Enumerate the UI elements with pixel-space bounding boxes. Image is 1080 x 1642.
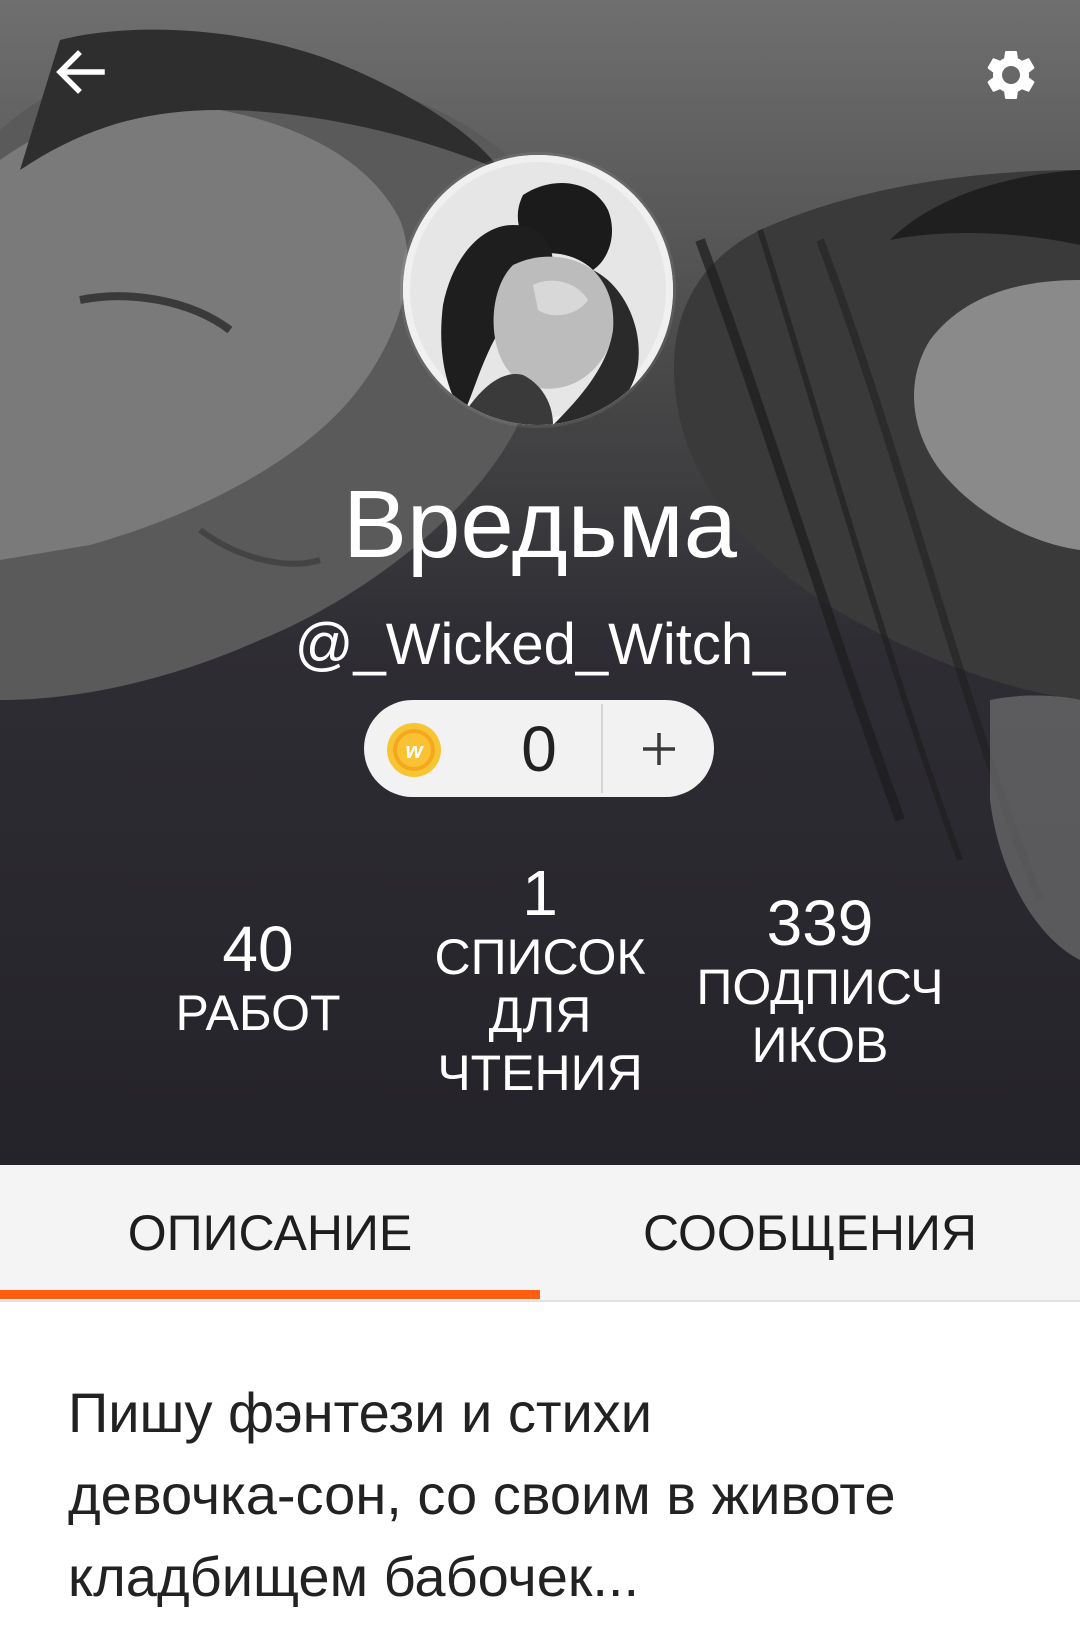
coin-count: 0 xyxy=(521,712,557,785)
profile-tabs: ОПИСАНИЕ СООБЩЕНИЯ xyxy=(0,1165,1080,1302)
svg-text:w: w xyxy=(405,738,424,763)
plus-icon xyxy=(643,732,675,765)
tab-messages[interactable]: СООБЩЕНИЯ xyxy=(540,1165,1080,1300)
avatar-image xyxy=(403,155,673,425)
add-coins-button[interactable] xyxy=(604,700,714,797)
stat-followers[interactable]: 339 ПОДПИСЧ ИКОВ xyxy=(680,888,960,1074)
settings-button[interactable] xyxy=(968,32,1054,118)
gear-icon xyxy=(987,51,1035,99)
avatar[interactable] xyxy=(403,155,673,425)
coin-divider xyxy=(601,704,603,793)
reading-lists-count: 1 xyxy=(522,857,558,929)
stat-works[interactable]: 40 РАБОТ xyxy=(158,914,358,1042)
followers-label: ПОДПИСЧ ИКОВ xyxy=(696,959,944,1073)
tab-about[interactable]: ОПИСАНИЕ xyxy=(0,1165,540,1300)
coin-balance-pill[interactable]: w 0 xyxy=(364,700,714,797)
profile-header: Вредьма @_Wicked_Witch_ w 0 40 РАБОТ 1 С… xyxy=(0,0,1080,1165)
works-label: РАБОТ xyxy=(175,985,341,1041)
username: @_Wicked_Witch_ xyxy=(294,612,786,677)
profile-description: Пишу фэнтези и стихи девочка-сон, со сво… xyxy=(68,1381,896,1608)
arrow-left-icon xyxy=(56,50,105,94)
reading-lists-label: СПИСОК ДЛЯ ЧТЕНИЯ xyxy=(434,929,646,1101)
stat-reading-lists[interactable]: 1 СПИСОК ДЛЯ ЧТЕНИЯ xyxy=(410,858,670,1102)
followers-count: 339 xyxy=(766,887,874,959)
wattpad-coin-icon: w xyxy=(387,723,441,777)
display-name: Вредьма xyxy=(342,471,738,578)
works-count: 40 xyxy=(222,913,294,985)
back-button[interactable] xyxy=(40,32,120,112)
active-tab-indicator xyxy=(0,1290,540,1299)
